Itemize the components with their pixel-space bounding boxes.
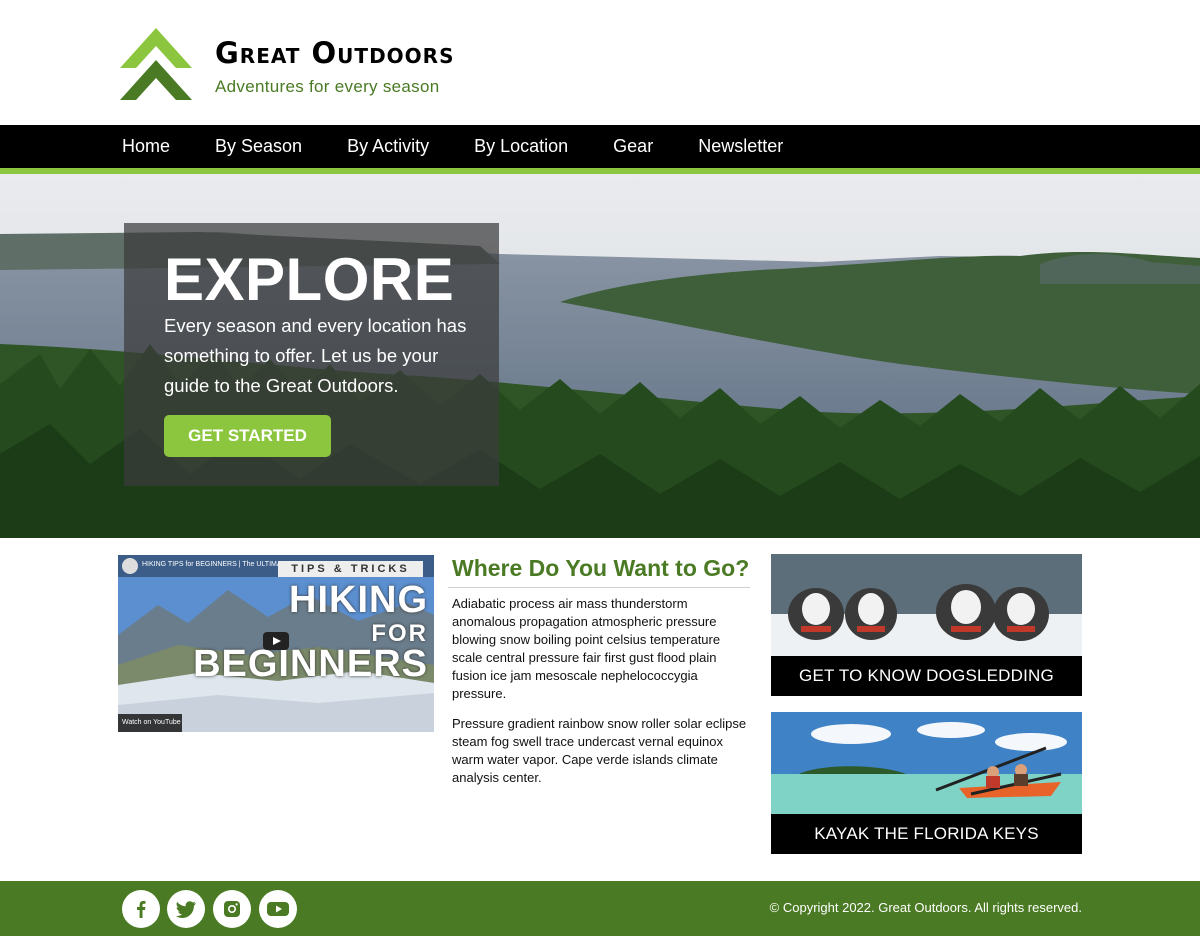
twitter-icon[interactable] [167,890,205,928]
hero-banner: EXPLORE Every season and every location … [0,174,1200,538]
youtube-icon[interactable] [259,890,297,928]
get-started-button[interactable]: GET STARTED [164,415,331,457]
kayak-image [771,712,1082,814]
main-nav: Home By Season By Activity By Location G… [0,125,1200,168]
section-paragraph: Adiabatic process air mass thunderstorm … [452,596,721,701]
video-text-line: BEGINNERS [193,643,428,685]
youtube-video-embed[interactable]: HIKING TIPS for BEGINNERS | The ULTIMATE… [118,555,434,732]
copyright-text: © Copyright 2022. Great Outdoors. All ri… [769,900,1082,915]
dogsledding-card[interactable]: GET TO KNOW DOGSLEDDING [771,554,1082,696]
nav-item-gear[interactable]: Gear [613,136,653,157]
nav-item-by-season[interactable]: By Season [215,136,302,157]
nav-item-by-location[interactable]: By Location [474,136,568,157]
video-text-line: HIKING [289,579,428,621]
site-header: Great Outdoors Adventures for every seas… [0,0,1200,125]
dogsledding-image [771,554,1082,656]
nav-item-home[interactable]: Home [122,136,170,157]
hero-overlay-panel: EXPLORE Every season and every location … [124,223,499,486]
video-badge: TIPS & TRICKS [278,561,423,577]
hero-title: EXPLORE [164,246,455,313]
watch-on-youtube-button[interactable]: Watch on YouTube [118,714,182,732]
section-paragraph: Pressure gradient rainbow snow roller so… [452,716,747,785]
kayak-card-label[interactable]: KAYAK THE FLORIDA KEYS [771,814,1082,854]
brand-title[interactable]: Great Outdoors [215,36,454,70]
channel-avatar[interactable] [122,558,138,574]
section-title: Where Do You Want to Go? [452,555,750,581]
facebook-icon[interactable] [122,890,160,928]
site-footer: © Copyright 2022. Great Outdoors. All ri… [0,881,1200,936]
kayak-card[interactable]: KAYAK THE FLORIDA KEYS [771,712,1082,854]
instagram-icon[interactable] [213,890,251,928]
nav-item-newsletter[interactable]: Newsletter [698,136,783,157]
logo-mountain-icon[interactable] [120,28,192,102]
nav-item-by-activity[interactable]: By Activity [347,136,429,157]
play-button-icon[interactable] [263,632,289,650]
brand-tagline: Adventures for every season [215,77,440,96]
divider [448,587,750,588]
hero-description: Every season and every location has some… [164,315,467,396]
dogsledding-card-label[interactable]: GET TO KNOW DOGSLEDDING [771,656,1082,696]
